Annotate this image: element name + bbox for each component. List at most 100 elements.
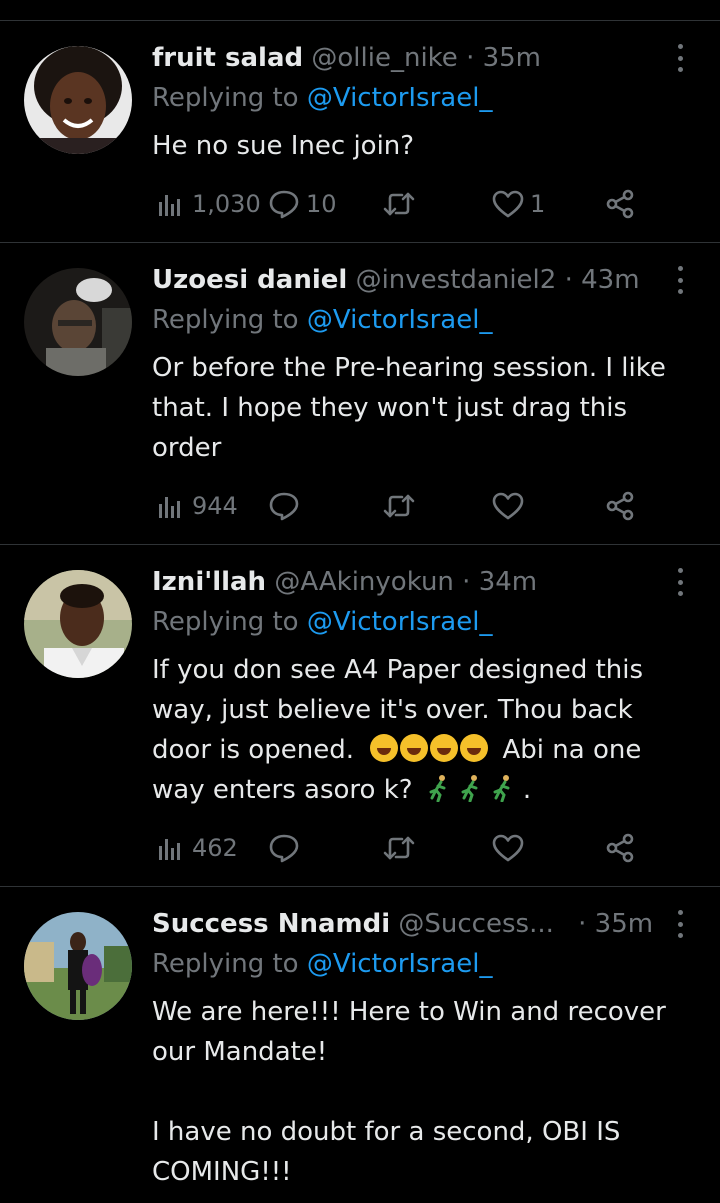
running-person-emoji-icon [429,775,446,802]
heart-icon [492,492,524,520]
more-options-icon[interactable] [670,568,690,596]
tweet-actions: 1,030 10 1 [152,184,692,224]
timeline-feed: fruit salad @ollie_nike · 35m Replying t… [0,0,720,1203]
rofl-emoji-icon [460,734,489,762]
replying-to: Replying to @VictorIsrael_ [152,944,492,984]
tweet-text-line: I have no doubt for a second, OBI IS [152,1117,621,1147]
more-options-icon[interactable] [670,266,690,294]
reply-target-handle[interactable]: @VictorIsrael_ [307,83,493,113]
share-icon [606,189,634,219]
tweet-header: fruit salad @ollie_nike · 35m [152,38,660,78]
author-name[interactable]: Success Nnamdi [152,909,390,939]
divider [0,544,720,545]
reply-target-handle[interactable]: @VictorIsrael_ [307,607,493,637]
heart-icon [492,190,524,218]
rofl-emoji-icon [430,734,459,762]
author-handle[interactable]: @AAkinyokun [274,567,454,597]
share-button[interactable] [604,486,636,526]
running-person-emoji-icon [461,775,478,802]
separator-dot: · [466,43,475,73]
tweet-text-line: order [152,433,222,463]
replying-to: Replying to @VictorIsrael_ [152,602,492,642]
author-handle[interactable]: @Success... [398,909,553,939]
replying-to-label: Replying to [152,83,299,113]
timestamp[interactable]: 35m [595,909,653,939]
author-name[interactable]: fruit salad [152,43,303,73]
tweet-card[interactable]: Uzoesi daniel @investdaniel2 · 43m Reply… [0,260,720,544]
divider [0,242,720,243]
tweet-text-fragment: door is opened. [152,735,354,765]
tweet-text-line: our Mandate! [152,1037,328,1067]
divider [0,886,720,887]
timestamp[interactable]: 35m [483,43,541,73]
views-count: 944 [192,492,238,520]
retweet-icon [383,836,415,860]
tweet-text-line [152,1072,692,1112]
replying-to-label: Replying to [152,607,299,637]
heart-icon [492,834,524,862]
tweet-text-fragment: . [522,775,532,805]
replying-to: Replying to @VictorIsrael_ [152,300,492,340]
replying-to: Replying to @VictorIsrael_ [152,78,492,118]
avatar[interactable] [24,268,132,376]
author-name[interactable]: Uzoesi daniel [152,265,347,295]
share-button[interactable] [604,828,636,868]
divider [0,20,720,21]
tweet-card[interactable]: Success Nnamdi @Success... · 35m Replyin… [0,904,720,1203]
tweet-text-line: We are here!!! Here to Win and recover [152,997,666,1027]
share-button[interactable] [604,184,636,224]
tweet-actions: 944 [152,486,692,526]
tweet-text: He no sue Inec join? [152,126,692,166]
separator-dot: · [462,567,471,597]
like-button[interactable]: 1 [492,184,545,224]
views-button[interactable]: 462 [156,828,238,868]
avatar[interactable] [24,912,132,1020]
reply-button[interactable] [268,486,306,526]
tweet-text: If you don see A4 Paper designed this wa… [152,650,692,810]
more-options-icon[interactable] [670,910,690,938]
retweet-button[interactable] [382,486,422,526]
retweet-button[interactable] [382,184,422,224]
author-name[interactable]: Izni'llah [152,567,266,597]
views-count: 462 [192,834,238,862]
tweet-text-line: way enters asoro k? . [152,770,692,810]
views-button[interactable]: 1,030 [156,184,261,224]
more-options-icon[interactable] [670,44,690,72]
like-button[interactable] [492,828,530,868]
tweet-text: Or before the Pre-hearing session. I lik… [152,348,692,468]
reply-button[interactable]: 10 [268,184,337,224]
bar-chart-icon [159,497,180,518]
share-icon [606,833,634,863]
tweet-text-line: COMING!!! [152,1157,292,1187]
speech-bubble-icon [269,834,299,863]
bar-chart-icon [159,839,180,860]
timestamp[interactable]: 34m [479,567,537,597]
reply-target-handle[interactable]: @VictorIsrael_ [307,949,493,979]
replying-to-label: Replying to [152,305,299,335]
tweet-text-line: door is opened. Abi na one [152,730,692,770]
like-button[interactable] [492,486,530,526]
retweet-button[interactable] [382,828,422,868]
tweet-text-line: He no sue Inec join? [152,131,415,161]
tweet-header: Success Nnamdi @Success... · 35m [152,904,660,944]
tweet-text-fragment: way enters asoro k? [152,775,413,805]
tweet-actions: 462 [152,828,692,868]
timestamp[interactable]: 43m [581,265,639,295]
tweet-card[interactable]: Izni'llah @AAkinyokun · 34m Replying to … [0,562,720,886]
like-count: 1 [530,190,546,218]
avatar[interactable] [24,46,132,154]
tweet-card[interactable]: fruit salad @ollie_nike · 35m Replying t… [0,38,720,242]
reply-count: 10 [306,190,337,218]
avatar[interactable] [24,570,132,678]
running-person-emoji-icon [493,775,510,802]
author-handle[interactable]: @investdaniel2 [356,265,557,295]
tweet-text-fragment: Abi na one [502,735,642,765]
views-button[interactable]: 944 [156,486,238,526]
tweet-text: We are here!!! Here to Win and recover o… [152,992,692,1192]
rofl-emoji-icon [370,734,399,762]
tweet-header: Izni'llah @AAkinyokun · 34m [152,562,660,602]
author-handle[interactable]: @ollie_nike [311,43,457,73]
reply-button[interactable] [268,828,306,868]
reply-target-handle[interactable]: @VictorIsrael_ [307,305,493,335]
tweet-text-line: If you don see A4 Paper designed this [152,655,644,685]
